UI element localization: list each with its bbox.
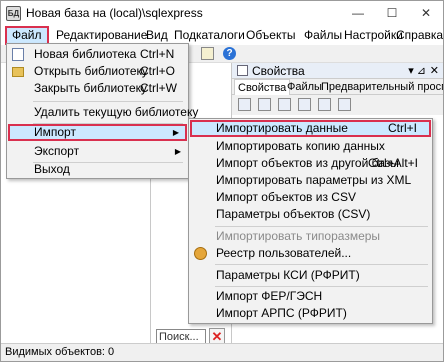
menu-item-import[interactable]: Импорт ▶ — [8, 124, 187, 141]
menu-item-import-other-db[interactable]: Импорт объектов из другой базы Ctrl+Alt+… — [190, 155, 431, 172]
file-menu: Новая библиотека Ctrl+N Открыть библиоте… — [6, 43, 198, 179]
menu-separator — [215, 264, 428, 265]
status-bar: Видимых объектов: 0 — [1, 343, 443, 361]
import-submenu: Импортировать данные Ctrl+I Импортироват… — [188, 118, 433, 324]
categorized-icon[interactable] — [238, 98, 251, 111]
grid-view-icon[interactable] — [201, 47, 214, 60]
maximize-button[interactable]: ☐ — [375, 1, 409, 26]
chart-icon[interactable] — [318, 98, 331, 111]
menu-separator — [33, 101, 183, 102]
tab-preview[interactable]: Предварительный просмотр — [318, 79, 443, 95]
menu-item-delete-library[interactable]: Удалить текущую библиотеку — [8, 104, 198, 121]
edit-icon[interactable] — [338, 98, 351, 111]
properties-tabs: Свойства Файлы Предварительный просмотр — [232, 79, 443, 95]
menu-item-open-library[interactable]: Открыть библиотеку Ctrl+O — [8, 63, 187, 80]
submenu-arrow-icon: ▶ — [174, 147, 181, 156]
app-icon: БД — [6, 6, 21, 21]
menu-item-import-fer[interactable]: Импорт ФЕР/ГЭСН — [190, 288, 431, 305]
panel-close-icon[interactable]: ✕ — [430, 64, 439, 77]
pin-icon[interactable]: ▾ ⊿ — [408, 64, 426, 77]
menu-item-params-csv[interactable]: Параметры объектов (CSV) — [190, 206, 431, 223]
properties-icon — [237, 65, 248, 76]
list-icon[interactable] — [278, 98, 291, 111]
menu-help[interactable]: Справка — [391, 26, 443, 45]
sort-az-icon[interactable] — [258, 98, 271, 111]
menu-item-import-data[interactable]: Импортировать данные Ctrl+I — [190, 120, 431, 137]
filter-icon[interactable] — [298, 98, 311, 111]
close-button[interactable]: ✕ — [409, 1, 443, 26]
menu-item-import-copy[interactable]: Импортировать копию данных — [190, 138, 431, 155]
menu-objects[interactable]: Объекты — [241, 26, 301, 45]
menu-item-ksi-params[interactable]: Параметры КСИ (РФРИТ) — [190, 267, 431, 284]
menu-item-export[interactable]: Экспорт ▶ — [8, 143, 187, 160]
menu-item-import-arps[interactable]: Импорт АРПС (РФРИТ) — [190, 305, 431, 322]
tab-properties[interactable]: Свойства — [234, 79, 291, 95]
title-bar: БД Новая база на (local)\sqlexpress — ☐ … — [1, 1, 443, 26]
properties-header: Свойства ▾ ⊿ ✕ — [232, 63, 443, 79]
menu-item-close-library[interactable]: Закрыть библиотеку Ctrl+W — [8, 80, 187, 97]
menu-item-import-xml[interactable]: Импортировать параметры из XML — [190, 172, 431, 189]
registry-icon — [194, 247, 207, 260]
menu-item-import-csv[interactable]: Импорт объектов из CSV — [190, 189, 431, 206]
window-title: Новая база на (local)\sqlexpress — [26, 6, 203, 20]
help-icon[interactable]: ? — [223, 47, 236, 60]
minimize-button[interactable]: — — [341, 1, 375, 26]
menu-item-import-sizes: Импортировать типоразмеры — [216, 229, 381, 243]
menu-separator — [215, 226, 428, 227]
menu-item-user-registry[interactable]: Реестр пользователей... — [190, 245, 431, 262]
submenu-arrow-icon: ▶ — [172, 128, 179, 137]
app-window: БД Новая база на (local)\sqlexpress — ☐ … — [0, 0, 444, 362]
properties-title: Свойства — [252, 64, 305, 78]
properties-toolbar — [232, 95, 443, 115]
open-folder-icon — [12, 67, 24, 77]
menu-item-new-library[interactable]: Новая библиотека Ctrl+N — [8, 46, 187, 63]
menu-item-exit[interactable]: Выход — [8, 161, 187, 178]
menu-separator — [215, 286, 428, 287]
new-doc-icon — [12, 48, 24, 61]
